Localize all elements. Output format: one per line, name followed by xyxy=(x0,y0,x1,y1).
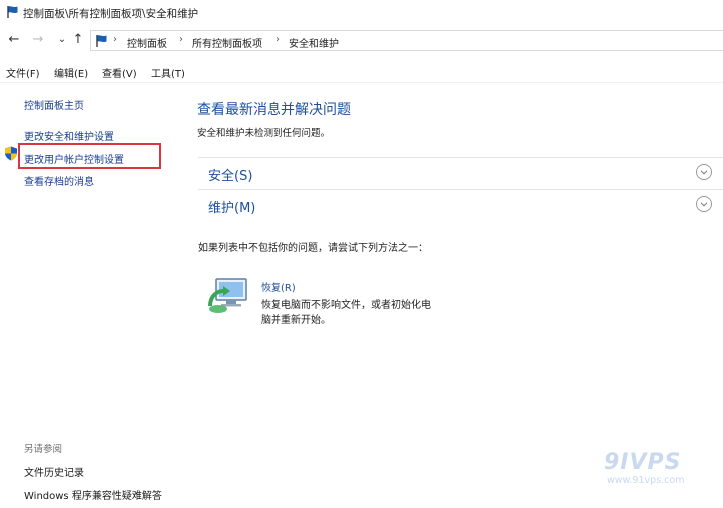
view-archived-messages-link[interactable]: 查看存档的消息 xyxy=(24,173,94,188)
menu-tools[interactable]: 工具(T) xyxy=(151,65,185,80)
forward-button[interactable]: → xyxy=(31,32,45,48)
up-button[interactable]: ↑ xyxy=(71,32,85,48)
menu-view[interactable]: 查看(V) xyxy=(102,65,137,80)
breadcrumb-separator: › xyxy=(276,34,280,45)
flag-icon xyxy=(96,35,107,47)
shield-icon xyxy=(5,146,17,161)
breadcrumb-separator: › xyxy=(179,34,183,45)
menu-bar: 文件(F) 编辑(E) 查看(V) 工具(T) xyxy=(0,60,723,83)
file-history-link[interactable]: 文件历史记录 xyxy=(24,464,84,479)
breadcrumb-separator: › xyxy=(113,34,117,45)
prompt-text: 如果列表中不包括你的问题，请尝试下列方法之一： xyxy=(198,243,428,254)
flag-icon xyxy=(7,6,18,18)
title-bar: 控制面板\所有控制面板项\安全和维护 xyxy=(0,0,723,26)
navigation-bar: ← → ⌄ ↑ › 控制面板 › 所有控制面板项 › 安全和维护 xyxy=(0,28,723,54)
security-section[interactable]: 安全(S) xyxy=(198,157,723,188)
security-section-label: 安全(S) xyxy=(208,169,253,184)
address-bar[interactable]: › 控制面板 › 所有控制面板项 › 安全和维护 xyxy=(90,30,723,51)
recovery-link[interactable]: 恢复(R) xyxy=(261,279,296,294)
recent-locations-button[interactable]: ⌄ xyxy=(55,32,69,48)
recovery-description: 恢复电脑而不影响文件，或者初始化电脑并重新开始。 xyxy=(261,300,431,326)
see-also-heading: 另请参阅 xyxy=(24,444,63,455)
maintenance-section[interactable]: 维护(M) xyxy=(198,189,723,220)
back-button[interactable]: ← xyxy=(7,32,21,48)
compatibility-troubleshooter-link[interactable]: Windows 程序兼容性疑难解答 xyxy=(24,487,162,502)
change-security-settings-link[interactable]: 更改安全和维护设置 xyxy=(24,128,114,143)
chevron-down-icon[interactable] xyxy=(696,196,712,212)
highlight-box xyxy=(18,143,161,169)
watermark-logo: 9IVPS xyxy=(604,450,682,475)
recovery-icon xyxy=(208,278,247,313)
status-text: 安全和维护未检测到任何问题。 xyxy=(197,128,331,139)
menu-edit[interactable]: 编辑(E) xyxy=(54,65,88,80)
control-panel-home-link[interactable]: 控制面板主页 xyxy=(24,97,84,112)
window-title: 控制面板\所有控制面板项\安全和维护 xyxy=(23,8,199,20)
breadcrumb-security-maintenance[interactable]: 安全和维护 xyxy=(289,35,339,50)
watermark-url: www.91vps.com xyxy=(607,475,685,486)
menu-file[interactable]: 文件(F) xyxy=(6,65,40,80)
page-title: 查看最新消息并解决问题 xyxy=(197,102,351,118)
chevron-down-icon[interactable] xyxy=(696,164,712,180)
breadcrumb-all-items[interactable]: 所有控制面板项 xyxy=(192,35,262,50)
breadcrumb-control-panel[interactable]: 控制面板 xyxy=(127,35,167,50)
maintenance-section-label: 维护(M) xyxy=(208,201,256,216)
